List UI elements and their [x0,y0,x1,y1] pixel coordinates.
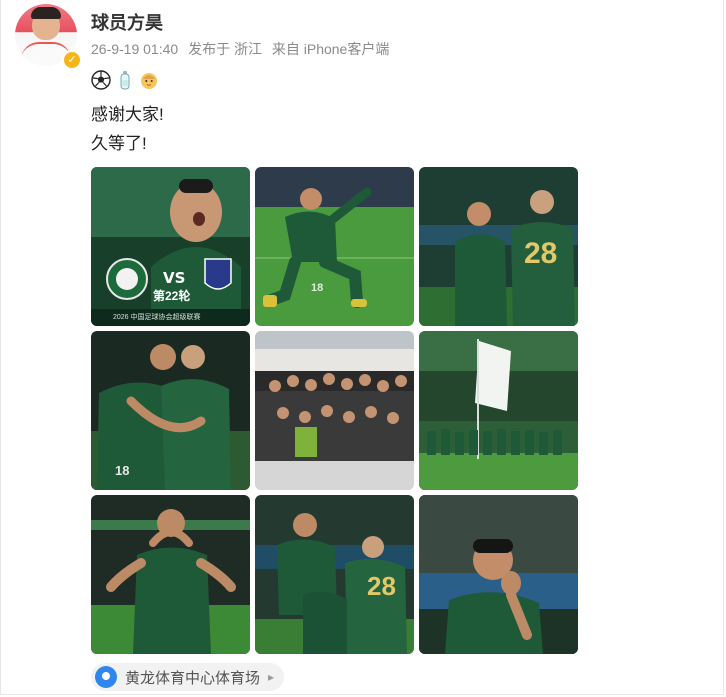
photo-grid: VS 第22轮 2026 中国足球协会超级联赛 18 28 18 28 [91,167,578,654]
photo-5[interactable] [255,331,414,490]
photo-2[interactable]: 18 [255,167,414,326]
photo-6[interactable] [419,331,578,490]
post-meta: 26-9-19 01:40 发布于 浙江 来自 iPhone客户端 [91,39,395,59]
post-date[interactable]: 26-9-19 01:40 [91,41,178,57]
photo-4[interactable]: 18 [91,331,250,490]
post-text-line-2: 久等了! [91,134,147,153]
baby-icon [141,73,157,89]
avatar[interactable]: ✓ [15,4,82,70]
photo-1-round-text: 第22轮 [153,289,191,303]
location-pin-icon [95,666,117,688]
chevron-right-icon: ▸ [268,670,275,684]
photo-2-jersey-number: 18 [311,282,324,294]
photo-1-vs-text: VS [163,269,186,287]
weibo-post-card: ✓ 球员方昊 26-9-19 01:40 发布于 浙江 来自 iPhone客户端… [0,0,724,695]
location-tag[interactable]: 黄龙体育中心体育场 ▸ [91,663,285,691]
photo-3[interactable]: 28 [419,167,578,326]
author-name[interactable]: 球员方昊 [91,9,163,35]
photo-1[interactable]: VS 第22轮 2026 中国足球协会超级联赛 [91,167,250,326]
emoji-row [91,70,159,90]
verified-badge-icon: ✓ [62,50,82,70]
post-region: 发布于 浙江 [188,41,262,57]
soccer-ball-icon [91,70,111,90]
photo-7[interactable] [91,495,250,654]
bottle-icon [120,71,130,90]
post-source: 来自 iPhone客户端 [271,41,390,57]
location-text: 黄龙体育中心体育场 [125,669,261,687]
photo-1-footer-text: 2026 中国足球协会超级联赛 [113,314,201,321]
photo-4-jersey-number: 18 [115,463,130,478]
post-text-line-1: 感谢大家! [91,105,164,124]
photo-8[interactable]: 28 [255,495,414,654]
photo-3-jersey-number: 28 [524,237,558,270]
photo-9[interactable] [419,495,578,654]
photo-8-jersey-number: 28 [367,571,396,601]
